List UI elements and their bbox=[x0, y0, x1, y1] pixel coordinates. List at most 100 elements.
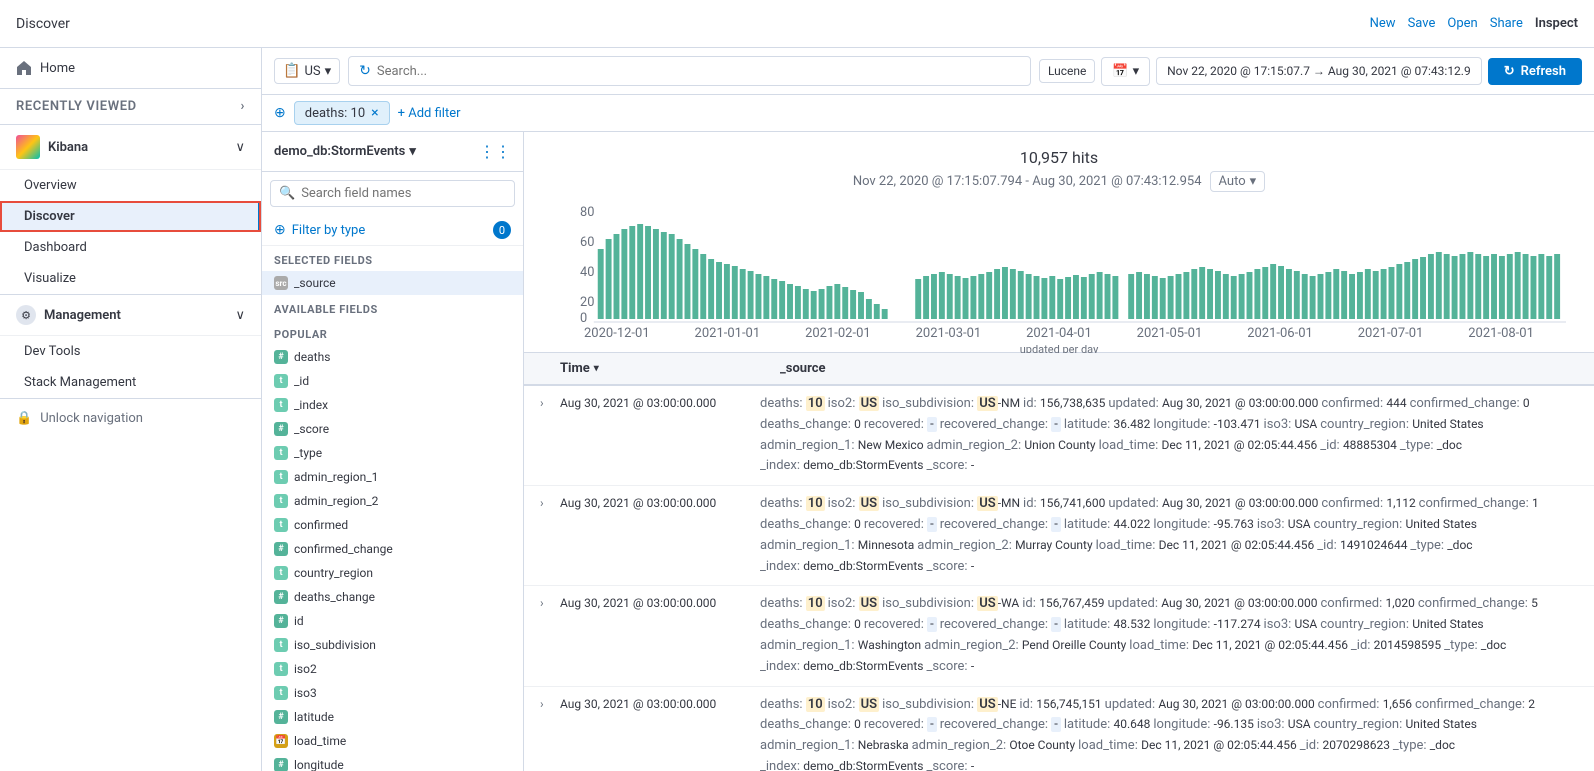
field-item-latitude[interactable]: # latitude bbox=[262, 705, 523, 729]
field-item-field-id[interactable]: # id bbox=[262, 609, 523, 633]
histogram-svg: 80 60 40 20 0 bbox=[580, 204, 1566, 324]
time-range-display[interactable]: Nov 22, 2020 @ 17:15:07.7 → Aug 30, 2021… bbox=[1156, 57, 1482, 85]
field-name-country: country_region bbox=[294, 566, 511, 580]
row-time-4: Aug 30, 2021 @ 03:00:00.000 bbox=[560, 695, 760, 711]
refresh-button[interactable]: ↻ Refresh bbox=[1488, 58, 1582, 85]
num-badge3: # bbox=[274, 542, 288, 556]
filter-chip-deaths[interactable]: deaths: 10 × bbox=[294, 101, 390, 125]
sidebar-item-devtools[interactable]: Dev Tools bbox=[0, 336, 261, 367]
sort-icon: ▾ bbox=[594, 363, 599, 374]
row-time-1: Aug 30, 2021 @ 03:00:00.000 bbox=[560, 394, 760, 410]
num-badge6: # bbox=[274, 710, 288, 724]
open-button[interactable]: Open bbox=[1447, 16, 1477, 31]
recently-viewed-section: Recently viewed › bbox=[0, 89, 261, 125]
time-bar: Lucene 📅 ▾ Nov 22, 2020 @ 17:15:07.7 → A… bbox=[1039, 57, 1582, 86]
main-layout: Home Recently viewed › Kibana ∨ Overview… bbox=[0, 48, 1594, 771]
num-badge5: # bbox=[274, 614, 288, 628]
share-button[interactable]: Share bbox=[1490, 16, 1523, 31]
table-row-1[interactable]: › Aug 30, 2021 @ 03:00:00.000 deaths: 10… bbox=[524, 386, 1594, 485]
table-row-2[interactable]: › Aug 30, 2021 @ 03:00:00.000 deaths: 10… bbox=[524, 486, 1594, 585]
available-fields-label: Available fields bbox=[262, 295, 523, 320]
field-item-admin2[interactable]: t admin_region_2 bbox=[262, 489, 523, 513]
auto-interval-selector[interactable]: Auto ▾ bbox=[1210, 171, 1266, 192]
query-input[interactable] bbox=[377, 64, 1020, 79]
field-item-id[interactable]: t _id bbox=[262, 369, 523, 393]
sidebar-item-overview[interactable]: Overview bbox=[0, 170, 261, 201]
selected-field-source[interactable]: src _source bbox=[262, 271, 523, 295]
save-button[interactable]: Save bbox=[1408, 16, 1436, 31]
expand-row-icon-4[interactable]: › bbox=[540, 695, 560, 711]
popular-fields-label: Popular bbox=[262, 320, 523, 345]
sidebar-item-stackmgmt[interactable]: Stack Management bbox=[0, 367, 261, 398]
index-pattern-value: US bbox=[304, 64, 320, 79]
kibana-header[interactable]: Kibana ∨ bbox=[0, 125, 261, 170]
field-item-confirmed-change[interactable]: # confirmed_change bbox=[262, 537, 523, 561]
field-name-loadtime: load_time bbox=[294, 734, 511, 748]
home-label: Home bbox=[40, 61, 75, 76]
new-button[interactable]: New bbox=[1370, 16, 1396, 31]
str-badge8: t bbox=[274, 638, 288, 652]
field-name-iso2: iso2 bbox=[294, 662, 511, 676]
refresh-spinner-icon: ↻ bbox=[1504, 64, 1515, 79]
field-item-iso-sub[interactable]: t iso_subdivision bbox=[262, 633, 523, 657]
recently-viewed-header[interactable]: Recently viewed › bbox=[0, 89, 261, 124]
index-pattern-selector[interactable]: 📋 US ▾ bbox=[274, 58, 340, 84]
field-item-country[interactable]: t country_region bbox=[262, 561, 523, 585]
row-time-3: Aug 30, 2021 @ 03:00:00.000 bbox=[560, 594, 760, 610]
filter-remove-icon[interactable]: × bbox=[371, 105, 378, 121]
chevron-down-icon-idx2[interactable]: ▾ bbox=[409, 144, 416, 159]
unlock-navigation[interactable]: 🔒 Unlock navigation bbox=[0, 399, 261, 438]
main-content: 📋 US ▾ ↻ Lucene 📅 ▾ Nov 22, 2020 @ 17:15… bbox=[262, 48, 1594, 771]
field-item-score[interactable]: # _score bbox=[262, 417, 523, 441]
field-item-admin1[interactable]: t admin_region_1 + bbox=[262, 465, 523, 489]
table-row-4[interactable]: › Aug 30, 2021 @ 03:00:00.000 deaths: 10… bbox=[524, 687, 1594, 771]
sidebar-item-discover[interactable]: Discover bbox=[0, 201, 261, 232]
field-item-deaths[interactable]: # deaths bbox=[262, 345, 523, 369]
field-name-confirmed-change: confirmed_change bbox=[294, 542, 511, 556]
row-source-3: deaths: 10 iso2: US iso_subdivision: US-… bbox=[760, 594, 1578, 677]
field-name-admin2: admin_region_2 bbox=[294, 494, 511, 508]
field-item-index[interactable]: t _index bbox=[262, 393, 523, 417]
inspect-button[interactable]: Inspect bbox=[1535, 16, 1578, 31]
kibana-logo bbox=[16, 135, 40, 159]
hits-count: 10,957 hits bbox=[544, 148, 1574, 167]
field-item-loadtime[interactable]: 📅 load_time bbox=[262, 729, 523, 753]
svg-text:40: 40 bbox=[580, 265, 594, 280]
content-area: demo_db:StormEvents ▾ ⋮⋮ 🔍 ⊕ Filter by t… bbox=[262, 132, 1594, 771]
field-item-confirmed[interactable]: t confirmed bbox=[262, 513, 523, 537]
add-filter-button[interactable]: + Add filter bbox=[398, 106, 461, 121]
source-column-header: _source bbox=[780, 361, 1578, 376]
chevron-down-icon-mgmt: ∨ bbox=[235, 308, 245, 323]
chevron-down-icon: ∨ bbox=[235, 140, 245, 155]
field-search-input[interactable] bbox=[301, 186, 506, 201]
lock-icon: 🔒 bbox=[16, 411, 32, 426]
sidebar-item-dashboard[interactable]: Dashboard bbox=[0, 232, 261, 263]
str-badge: t bbox=[274, 374, 288, 388]
home-nav-item[interactable]: Home bbox=[0, 48, 261, 89]
num-badge: # bbox=[274, 350, 288, 364]
expand-row-icon-2[interactable]: › bbox=[540, 494, 560, 510]
table-row-3[interactable]: › Aug 30, 2021 @ 03:00:00.000 deaths: 10… bbox=[524, 586, 1594, 685]
filter-type-icon: ⊕ bbox=[274, 222, 286, 238]
filter-by-type-button[interactable]: ⊕ Filter by type 0 bbox=[262, 215, 523, 246]
columns-icon[interactable]: ⋮⋮ bbox=[479, 142, 511, 161]
expand-row-icon-3[interactable]: › bbox=[540, 594, 560, 610]
calendar-button[interactable]: 📅 ▾ bbox=[1101, 57, 1150, 86]
management-header[interactable]: ⚙ Management ∨ bbox=[0, 295, 261, 336]
field-name-admin1: admin_region_1 bbox=[294, 470, 511, 484]
field-item-type[interactable]: t _type bbox=[262, 441, 523, 465]
kibana-label: Kibana bbox=[48, 140, 227, 155]
time-column-header[interactable]: Time ▾ bbox=[560, 361, 780, 376]
field-item-iso3[interactable]: t iso3 bbox=[262, 681, 523, 705]
str-badge4: t bbox=[274, 470, 288, 484]
field-item-deaths-change[interactable]: # deaths_change bbox=[262, 585, 523, 609]
field-item-longitude[interactable]: # longitude bbox=[262, 753, 523, 771]
field-item-iso2[interactable]: t iso2 bbox=[262, 657, 523, 681]
query-bar: 📋 US ▾ ↻ Lucene 📅 ▾ Nov 22, 2020 @ 17:15… bbox=[262, 48, 1594, 95]
sidebar-item-visualize[interactable]: Visualize bbox=[0, 263, 261, 294]
row-time-2: Aug 30, 2021 @ 03:00:00.000 bbox=[560, 494, 760, 510]
lucene-badge[interactable]: Lucene bbox=[1039, 59, 1095, 83]
expand-row-icon[interactable]: › bbox=[540, 394, 560, 410]
field-name-iso3: iso3 bbox=[294, 686, 511, 700]
refresh-icon: ↻ bbox=[359, 63, 371, 79]
